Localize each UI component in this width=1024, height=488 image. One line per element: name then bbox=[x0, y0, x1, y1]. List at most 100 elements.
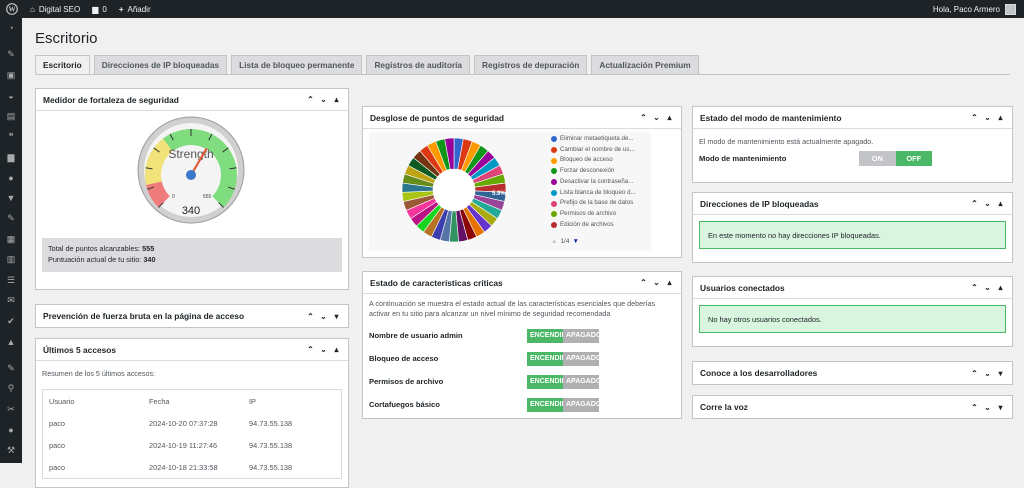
move-up-icon[interactable]: ⌃ bbox=[639, 113, 648, 122]
pin-icon-2[interactable]: ✎ bbox=[0, 209, 22, 230]
feature-label: Permisos de archivo bbox=[369, 377, 444, 386]
move-up-icon[interactable]: ⌃ bbox=[970, 199, 979, 208]
toggle-icon[interactable]: ▴ bbox=[665, 278, 674, 287]
move-up-icon[interactable]: ⌃ bbox=[970, 403, 979, 412]
move-down-icon[interactable]: ⌄ bbox=[652, 278, 661, 287]
gauge-icon[interactable]: ◒ bbox=[0, 86, 22, 107]
chart-icon[interactable]: ▲ bbox=[0, 332, 22, 353]
next-page-icon[interactable]: ▼ bbox=[572, 238, 578, 245]
tools-icon[interactable]: ✂ bbox=[0, 399, 22, 420]
mail-icon[interactable]: ✉ bbox=[0, 291, 22, 312]
dashboard-icon[interactable]: ◔ bbox=[0, 18, 22, 39]
toggle-icon[interactable]: ▴ bbox=[996, 199, 1005, 208]
cell-date: 2024-10-18 21:33:58 bbox=[149, 462, 218, 472]
toggle-on-label: ENCENDIDO bbox=[527, 397, 572, 412]
move-up-icon[interactable]: ⌃ bbox=[639, 278, 648, 287]
tab-premium-upgrade[interactable]: Actualización Premium bbox=[591, 55, 699, 74]
appearance-icon[interactable]: ✎ bbox=[0, 358, 22, 379]
move-down-icon[interactable]: ⌄ bbox=[319, 312, 328, 321]
toggle-icon[interactable]: ▾ bbox=[996, 403, 1005, 412]
cell-date: 2024-10-19 11:27:46 bbox=[149, 440, 218, 450]
comments-icon[interactable]: ▆ bbox=[0, 147, 22, 168]
grid-icon[interactable]: ▦ bbox=[0, 229, 22, 250]
legend-color-dot bbox=[551, 189, 557, 196]
table-row: paco 2024-10-19 11:27:46 94.73.55.138 bbox=[43, 434, 341, 456]
legend-item[interactable]: Forzar desconexión bbox=[551, 166, 636, 177]
plugins-icon[interactable]: ⚲ bbox=[0, 379, 22, 400]
move-up-icon[interactable]: ⌃ bbox=[970, 283, 979, 292]
user-icon[interactable]: ● bbox=[0, 168, 22, 189]
box-header[interactable]: Conoce a los desarrolladores ⌃ ⌄ ▾ bbox=[693, 362, 1012, 384]
add-new-link[interactable]: + Añadir bbox=[113, 0, 157, 18]
developers-box: Conoce a los desarrolladores ⌃ ⌄ ▾ bbox=[692, 361, 1013, 385]
wordpress-logo-icon[interactable]: W bbox=[0, 0, 24, 18]
site-name: Digital SEO bbox=[38, 4, 81, 14]
account-menu[interactable]: Hola, Paco Armero bbox=[933, 3, 1024, 15]
tab-audit-logs[interactable]: Registros de auditoría bbox=[366, 55, 471, 74]
cell-date: 2024-10-20 07:37:28 bbox=[149, 418, 218, 428]
tab-debug-logs[interactable]: Registros de depuración bbox=[474, 55, 588, 74]
move-down-icon[interactable]: ⌄ bbox=[983, 403, 992, 412]
toggle-icon[interactable]: ▴ bbox=[332, 95, 341, 104]
legend-item[interactable]: Desactivar la contraseña... bbox=[551, 177, 636, 188]
legend-item[interactable]: Permisos de archivo bbox=[551, 209, 636, 220]
tab-dashboard[interactable]: Escritorio bbox=[35, 55, 90, 74]
feature-toggle[interactable]: ENCENDIDO APAGADO bbox=[527, 374, 601, 389]
move-down-icon[interactable]: ⌄ bbox=[983, 283, 992, 292]
feature-toggle[interactable]: ENCENDIDO APAGADO bbox=[527, 397, 601, 412]
move-down-icon[interactable]: ⌄ bbox=[319, 95, 328, 104]
prev-page-icon[interactable]: ▲ bbox=[551, 238, 557, 245]
move-down-icon[interactable]: ⌄ bbox=[983, 199, 992, 208]
legend-item[interactable]: Eliminar metaetiqueta de... bbox=[551, 134, 636, 145]
pages-icon[interactable]: ▤ bbox=[0, 106, 22, 127]
move-down-icon[interactable]: ⌄ bbox=[652, 113, 661, 122]
toggle-off-label: APAGADO bbox=[563, 351, 601, 366]
maintenance-toggle[interactable]: ON OFF bbox=[859, 151, 932, 166]
legend-item[interactable]: Prefijo de la base de datos bbox=[551, 198, 636, 209]
quote-icon[interactable]: ❝ bbox=[0, 127, 22, 148]
toggle-icon[interactable]: ▴ bbox=[332, 345, 341, 354]
feature-toggle[interactable]: ENCENDIDO APAGADO bbox=[527, 351, 601, 366]
toggle-icon[interactable]: ▴ bbox=[665, 113, 674, 122]
legend-item[interactable]: Cambiar el nombre de us... bbox=[551, 145, 636, 156]
cell-ip: 94.73.55.138 bbox=[249, 462, 293, 472]
move-up-icon[interactable]: ⌃ bbox=[306, 345, 315, 354]
box-header[interactable]: Corre la voz ⌃ ⌄ ▾ bbox=[693, 396, 1012, 418]
media-icon[interactable]: ▣ bbox=[0, 65, 22, 86]
feedback-icon[interactable]: ▼ bbox=[0, 188, 22, 209]
toggle-icon[interactable]: ▴ bbox=[996, 113, 1005, 122]
comments-link[interactable]: ▆ 0 bbox=[86, 0, 113, 18]
legend-label: Prefijo de la base de datos bbox=[560, 199, 634, 207]
move-up-icon[interactable]: ⌃ bbox=[970, 369, 979, 378]
check-icon[interactable]: ✔ bbox=[0, 311, 22, 332]
list-icon[interactable]: ☰ bbox=[0, 270, 22, 291]
move-down-icon[interactable]: ⌄ bbox=[983, 369, 992, 378]
tab-blocked-ips[interactable]: Direcciones de IP bloqueadas bbox=[93, 55, 228, 74]
toggle-icon[interactable]: ▴ bbox=[996, 283, 1005, 292]
toggle-icon[interactable]: ▾ bbox=[332, 312, 341, 321]
feature-toggle[interactable]: ENCENDIDO APAGADO bbox=[527, 328, 601, 343]
feature-label: Bloqueo de acceso bbox=[369, 354, 439, 363]
move-up-icon[interactable]: ⌃ bbox=[306, 95, 315, 104]
users-icon[interactable]: ● bbox=[0, 420, 22, 441]
svg-text:W: W bbox=[9, 6, 16, 14]
legend-item[interactable]: Lista blanca de bloqueo d... bbox=[551, 188, 636, 199]
move-down-icon[interactable]: ⌄ bbox=[319, 345, 328, 354]
toggle-icon[interactable]: ▾ bbox=[996, 369, 1005, 378]
box-header: Medidor de fortaleza de seguridad ⌃ ⌄ ▴ bbox=[36, 89, 348, 111]
legend-item[interactable]: Edición de archivos bbox=[551, 220, 636, 231]
box-header[interactable]: Prevención de fuerza bruta en la página … bbox=[36, 305, 348, 327]
total-points-label: Total de puntos alcanzables: bbox=[48, 244, 141, 253]
move-up-icon[interactable]: ⌃ bbox=[306, 312, 315, 321]
box-title: Corre la voz bbox=[700, 402, 748, 412]
legend-item[interactable]: Bloqueo de acceso bbox=[551, 155, 636, 166]
move-up-icon[interactable]: ⌃ bbox=[970, 113, 979, 122]
move-down-icon[interactable]: ⌄ bbox=[983, 113, 992, 122]
box-title: Desglose de puntos de seguridad bbox=[370, 112, 505, 123]
site-name-link[interactable]: ⌂ Digital SEO bbox=[24, 0, 86, 18]
toggle-on-label: ENCENDIDO bbox=[527, 328, 572, 343]
wrench-icon[interactable]: ⚒ bbox=[0, 440, 22, 461]
pin-icon[interactable]: ✎ bbox=[0, 45, 22, 66]
tab-permanent-blocklist[interactable]: Lista de bloqueo permanente bbox=[231, 55, 363, 74]
calendar-icon[interactable]: ▥ bbox=[0, 250, 22, 271]
